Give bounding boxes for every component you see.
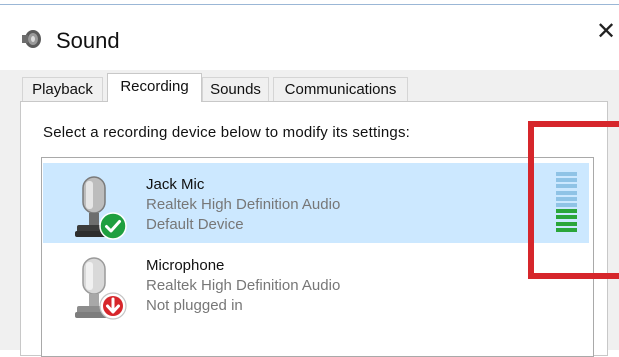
device-driver: Realtek High Definition Audio bbox=[146, 196, 341, 213]
instruction-text: Select a recording device below to modif… bbox=[43, 124, 411, 141]
device-driver: Realtek High Definition Audio bbox=[146, 277, 341, 294]
red-down-arrow-icon bbox=[99, 292, 127, 320]
tab-communications[interactable]: Communications bbox=[273, 77, 408, 101]
device-name: Microphone bbox=[146, 257, 225, 274]
device-name: Jack Mic bbox=[146, 176, 205, 193]
device-status: Default Device bbox=[146, 216, 244, 233]
device-row-microphone[interactable]: Microphone Realtek High Definition Audio… bbox=[43, 244, 589, 324]
title-bar: Sound bbox=[0, 8, 619, 58]
window-title: Sound bbox=[56, 28, 120, 53]
close-button[interactable]: ✕ bbox=[592, 18, 619, 46]
device-row-jack-mic[interactable]: Jack Mic Realtek High Definition Audio D… bbox=[43, 163, 589, 243]
speaker-icon bbox=[22, 30, 41, 48]
window-top-border bbox=[0, 4, 619, 5]
green-check-icon bbox=[99, 212, 127, 240]
tab-playback[interactable]: Playback bbox=[22, 77, 103, 101]
device-status: Not plugged in bbox=[146, 297, 243, 314]
annotation-highlight-box bbox=[528, 121, 619, 279]
tab-sounds[interactable]: Sounds bbox=[202, 77, 269, 101]
tab-recording[interactable]: Recording bbox=[107, 73, 202, 102]
